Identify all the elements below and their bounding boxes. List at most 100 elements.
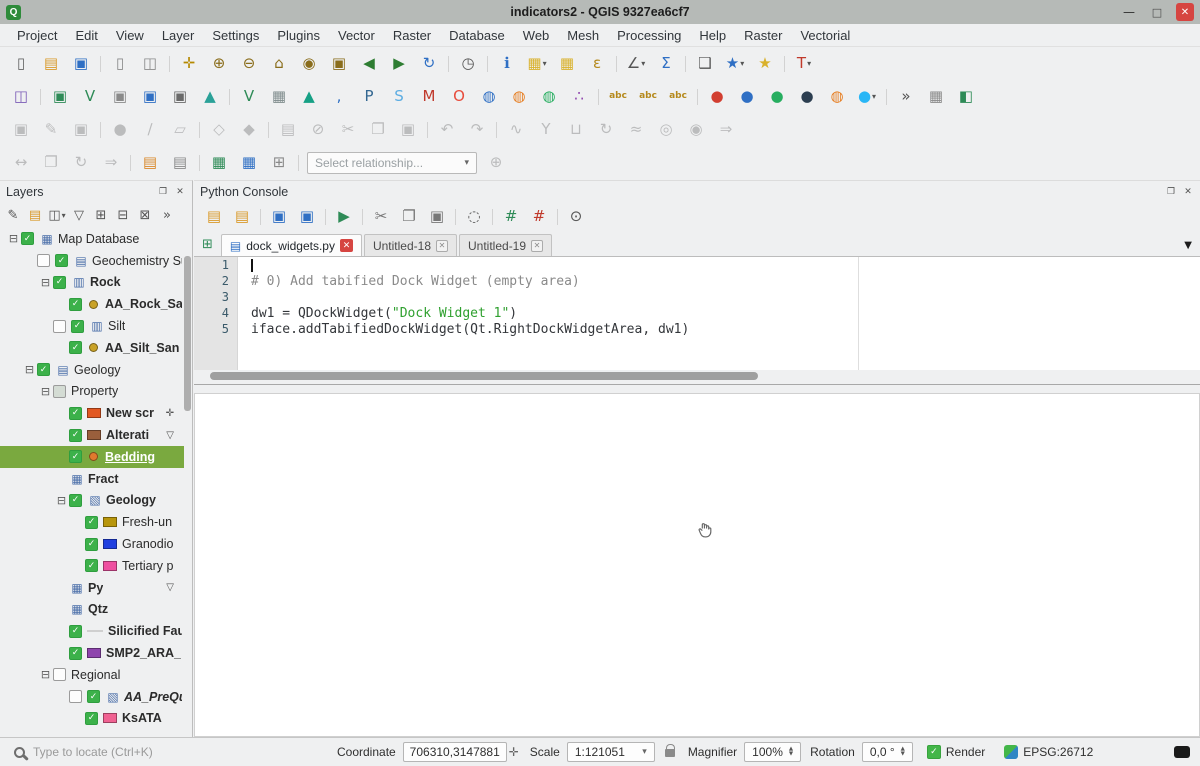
- new-shapefile-icon[interactable]: V: [78, 85, 102, 109]
- scale-combo[interactable]: 1:121051 ▾: [567, 742, 655, 762]
- attribute-table-icon[interactable]: ▦: [207, 151, 231, 175]
- layer-row-fract[interactable]: ▦Fract: [0, 468, 184, 490]
- new-spatialite-icon[interactable]: ▣: [108, 85, 132, 109]
- zoom-to-selection-icon[interactable]: ◉: [297, 52, 321, 76]
- digitize-point-icon[interactable]: ●: [108, 118, 132, 142]
- select-by-expression-icon[interactable]: ε: [585, 52, 609, 76]
- new-print-layout-icon[interactable]: ▯: [108, 52, 132, 76]
- tab-list-icon[interactable]: ▼: [1184, 240, 1192, 251]
- layer-row-fresh-un[interactable]: ✓Fresh-un: [0, 511, 184, 533]
- layer-checkbox[interactable]: ✓: [69, 298, 82, 311]
- add-wcs-icon[interactable]: ◍: [537, 85, 561, 109]
- chevron-down-icon[interactable]: ▾: [458, 158, 469, 168]
- console-tab-dock-widgets-py[interactable]: ▤dock_widgets.py✕: [221, 234, 362, 256]
- manage-map-themes-icon[interactable]: ◫▾: [47, 205, 68, 226]
- text-annotation-icon[interactable]: T▾: [792, 52, 816, 76]
- vertex-tool-all-icon[interactable]: ◇: [207, 118, 231, 142]
- layer-checkbox[interactable]: ✓: [87, 690, 100, 703]
- menu-item-edit[interactable]: Edit: [66, 28, 106, 43]
- layer-checkbox[interactable]: [53, 668, 66, 681]
- layer-label[interactable]: Granodio: [122, 537, 173, 551]
- minimize-button[interactable]: —: [1120, 3, 1138, 21]
- run-script-icon[interactable]: ▶: [333, 206, 355, 228]
- secondary-checkbox[interactable]: [37, 254, 50, 267]
- layer-checkbox[interactable]: ✓: [55, 254, 68, 267]
- add-oracle-icon[interactable]: O: [447, 85, 471, 109]
- world-blue-icon[interactable]: ●: [735, 85, 759, 109]
- locate-search-input[interactable]: Type to locate (Ctrl+K): [10, 745, 328, 759]
- layer-label[interactable]: Py: [88, 581, 103, 595]
- filter-icon[interactable]: ▽: [166, 582, 174, 593]
- layer-diagram-icon[interactable]: abc: [666, 85, 690, 109]
- rotate-feature-icon[interactable]: ↻: [594, 118, 618, 142]
- layer-label[interactable]: Regional: [71, 668, 120, 682]
- move-feature-icon[interactable]: ↔: [9, 151, 33, 175]
- crs-status[interactable]: EPSG:26712: [1023, 745, 1093, 759]
- comment-icon[interactable]: #: [500, 206, 522, 228]
- layer-label[interactable]: Geochemistry Sui: [92, 254, 182, 268]
- layer-label[interactable]: Rock: [90, 275, 121, 289]
- add-wms-icon[interactable]: ◍: [477, 85, 501, 109]
- temporal-controller-icon[interactable]: ◷: [456, 52, 480, 76]
- undo-icon[interactable]: ↶: [435, 118, 459, 142]
- reshape-features-icon[interactable]: ∿: [504, 118, 528, 142]
- messages-icon[interactable]: [1174, 746, 1190, 758]
- open-project-icon[interactable]: ▤: [39, 52, 63, 76]
- select-features-icon[interactable]: ▦▾: [525, 52, 549, 76]
- close-tab-icon[interactable]: ✕: [531, 240, 543, 252]
- paste-features-icon[interactable]: ▣: [396, 118, 420, 142]
- close-panel-icon[interactable]: ✕: [174, 186, 186, 198]
- world-dark-icon[interactable]: ●: [795, 85, 819, 109]
- layer-row-map-database[interactable]: ⊟✓▦Map Database: [0, 228, 184, 250]
- layer-label[interactable]: AA_PreQuat: [124, 690, 182, 704]
- layer-row-aa-rock-sa[interactable]: ✓AA_Rock_Sa: [0, 293, 184, 315]
- menu-item-database[interactable]: Database: [440, 28, 514, 43]
- coordinate-field[interactable]: 706310,3147881: [403, 742, 507, 762]
- layer-label[interactable]: Geology: [74, 363, 121, 377]
- menu-item-project[interactable]: Project: [8, 28, 66, 43]
- filter-icon[interactable]: ▽: [166, 430, 174, 441]
- copy-features-icon[interactable]: ❐: [366, 118, 390, 142]
- cut-icon[interactable]: ✂: [370, 206, 392, 228]
- maximize-button[interactable]: □: [1148, 3, 1166, 21]
- copy-move-feature-icon[interactable]: ❐: [39, 151, 63, 175]
- layer-checkbox[interactable]: ✓: [37, 363, 50, 376]
- copy-icon[interactable]: ❐: [398, 206, 420, 228]
- layer-row-smp2-ara[interactable]: ✓SMP2_ARA_: [0, 642, 184, 664]
- menu-item-mesh[interactable]: Mesh: [558, 28, 608, 43]
- paste-icon[interactable]: ▣: [426, 206, 448, 228]
- pin-icon[interactable]: ✛: [166, 408, 174, 419]
- plugin-blue-icon[interactable]: ●▾: [855, 85, 879, 109]
- layer-label[interactable]: KsATA: [122, 711, 162, 725]
- layer-checkbox[interactable]: ✓: [71, 320, 84, 333]
- secondary-checkbox[interactable]: [69, 690, 82, 703]
- layer-row-tertiary-p[interactable]: ✓Tertiary p: [0, 555, 184, 577]
- menu-item-view[interactable]: View: [107, 28, 153, 43]
- open-in-external-editor-icon[interactable]: ▤: [231, 206, 253, 228]
- new-mesh-layer-icon[interactable]: ▲: [198, 85, 222, 109]
- field-calculator-icon[interactable]: ⊞: [267, 151, 291, 175]
- save-script-icon[interactable]: ▣: [268, 206, 290, 228]
- statistical-summary-icon[interactable]: Σ: [654, 52, 678, 76]
- layer-row-geology[interactable]: ⊟✓▤Geology: [0, 359, 184, 381]
- layer-label[interactable]: Alterati: [106, 428, 149, 442]
- map-canvas[interactable]: [194, 393, 1200, 737]
- layer-label[interactable]: AA_Silt_San: [105, 341, 179, 355]
- menu-item-vector[interactable]: Vector: [329, 28, 384, 43]
- find-text-icon[interactable]: ◌: [463, 206, 485, 228]
- refresh-map-icon[interactable]: ↻: [417, 52, 441, 76]
- digitize-polygon-icon[interactable]: ▱: [168, 118, 192, 142]
- add-mssql-icon[interactable]: M: [417, 85, 441, 109]
- data-source-manager-icon[interactable]: ◫: [9, 85, 33, 109]
- layer-checkbox[interactable]: ✓: [53, 276, 66, 289]
- zoom-last-icon[interactable]: ◀: [357, 52, 381, 76]
- layer-row-rock[interactable]: ⊟✓▥Rock: [0, 272, 184, 294]
- cut-features-icon[interactable]: ✂: [336, 118, 360, 142]
- relationship-combo[interactable]: Select relationship...▾: [307, 152, 477, 174]
- menu-item-layer[interactable]: Layer: [153, 28, 204, 43]
- relationship-zoom-icon[interactable]: ⊕: [484, 151, 508, 175]
- layer-label[interactable]: Silicified Fau: [108, 624, 182, 638]
- add-postgis-icon[interactable]: P: [357, 85, 381, 109]
- lock-icon[interactable]: [665, 749, 675, 757]
- modify-attributes-icon[interactable]: ▤: [276, 118, 300, 142]
